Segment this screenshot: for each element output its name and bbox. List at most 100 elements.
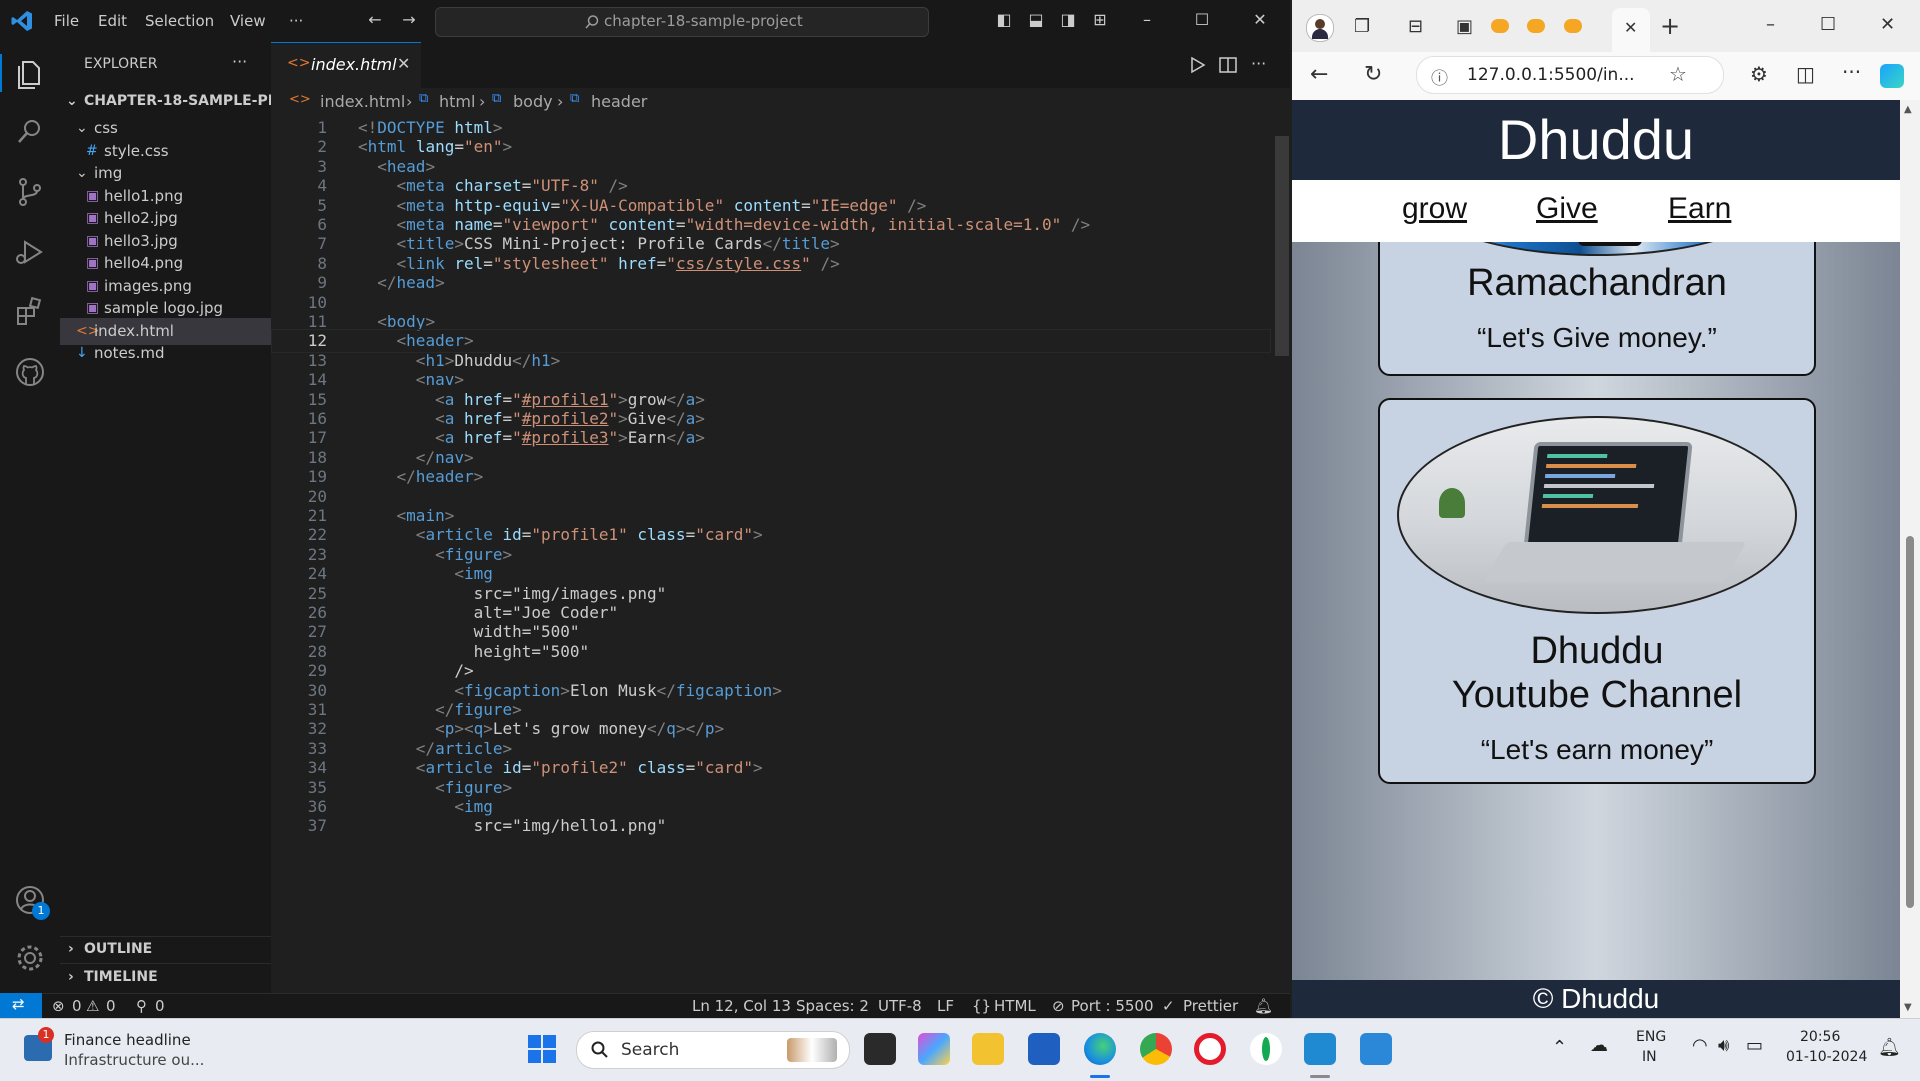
wifi-icon[interactable]: ◠ — [1692, 1035, 1708, 1056]
close-window-icon[interactable]: ✕ — [1880, 14, 1895, 35]
url-text[interactable]: 127.0.0.1:5500/in... — [1467, 65, 1635, 85]
toggle-secondary-sidebar-icon[interactable]: ◨ — [1059, 11, 1077, 29]
ports-count[interactable]: 0 — [155, 997, 165, 1015]
cursor-position[interactable]: Ln 12, Col 13 — [692, 997, 791, 1015]
maximize-icon[interactable]: ☐ — [1820, 14, 1836, 35]
opera-icon[interactable] — [1194, 1033, 1226, 1065]
tab-favicon-icon[interactable] — [1527, 19, 1545, 33]
onedrive-icon[interactable]: ☁ — [1590, 1035, 1608, 1056]
page-scrollbar[interactable]: ▲ ▼ — [1900, 100, 1920, 1018]
copilot-icon[interactable] — [918, 1033, 950, 1065]
scroll-up-icon[interactable]: ▲ — [1904, 104, 1912, 115]
toggle-panel-icon[interactable]: ⬓ — [1027, 11, 1045, 29]
menu-view[interactable]: View — [230, 12, 266, 30]
nav-link-give[interactable]: Give — [1536, 192, 1598, 226]
menu-selection[interactable]: Selection — [145, 12, 214, 30]
notification-bell-icon[interactable]: 🔔︎ — [1878, 1037, 1901, 1058]
menu-file[interactable]: File — [54, 12, 79, 30]
url-field[interactable]: ⓘ 127.0.0.1:5500/in... ☆ — [1416, 56, 1724, 94]
customize-layout-icon[interactable]: ⊞ — [1091, 11, 1109, 29]
language-indicator-line2[interactable]: IN — [1642, 1049, 1657, 1065]
menu-edit[interactable]: Edit — [98, 12, 127, 30]
breadcrumb-file[interactable]: index.html — [320, 92, 405, 111]
timeline-section[interactable]: › TIMELINE — [60, 964, 271, 991]
remote-button[interactable]: ⇄ — [0, 993, 42, 1019]
microsoft-store-icon[interactable] — [1028, 1033, 1060, 1065]
maximize-icon[interactable]: ☐ — [1193, 11, 1211, 29]
language-mode[interactable]: HTML — [994, 997, 1036, 1015]
run-icon[interactable] — [1190, 56, 1206, 74]
vscode-taskbar-icon[interactable] — [1304, 1033, 1336, 1065]
gear-icon[interactable] — [12, 940, 48, 976]
extensions-icon[interactable]: ⚙ — [1750, 62, 1768, 86]
back-arrow-icon[interactable]: ← — [366, 11, 384, 29]
browser-menu-icon[interactable]: ··· — [1842, 60, 1861, 84]
back-arrow-icon[interactable]: ← — [1310, 62, 1328, 87]
copilot-icon[interactable] — [1880, 64, 1904, 88]
news-title[interactable]: Finance headline — [64, 1031, 191, 1049]
source-control-icon[interactable] — [12, 174, 48, 210]
explorer-more-icon[interactable]: ··· — [232, 52, 247, 71]
error-count[interactable]: 0 — [72, 997, 82, 1015]
taskbar-search-box[interactable]: Search — [576, 1031, 850, 1069]
project-folder-header[interactable]: ⌄ CHAPTER-18-SAMPLE-PR... — [60, 88, 295, 115]
task-view-icon[interactable] — [864, 1033, 896, 1065]
battery-icon[interactable]: ▭ — [1746, 1035, 1763, 1056]
toggle-primary-sidebar-icon[interactable]: ◧ — [995, 11, 1013, 29]
file-explorer-icon[interactable] — [972, 1033, 1004, 1065]
editor-more-icon[interactable]: ··· — [1251, 54, 1266, 73]
breadcrumb-header[interactable]: header — [591, 92, 647, 111]
active-browser-tab[interactable]: ✕ — [1612, 8, 1650, 52]
warning-count[interactable]: 0 — [106, 997, 116, 1015]
indentation[interactable]: Spaces: 2 — [796, 997, 869, 1015]
tab-index-html[interactable]: <> index.html ✕ — [271, 42, 421, 89]
encoding[interactable]: UTF-8 — [878, 997, 922, 1015]
windows-start-icon[interactable] — [528, 1035, 556, 1063]
breadcrumb-html[interactable]: html — [439, 92, 475, 111]
minimize-icon[interactable]: – — [1138, 11, 1156, 29]
bell-icon[interactable]: 🔔︎ — [1254, 997, 1273, 1015]
new-tab-icon[interactable]: + — [1660, 12, 1680, 40]
menu-more[interactable]: ··· — [289, 12, 303, 30]
close-tab-icon[interactable]: ✕ — [1624, 18, 1637, 37]
search-icon[interactable] — [12, 114, 48, 150]
editor-scrollbar[interactable] — [1275, 116, 1289, 993]
clock-date[interactable]: 01-10-2024 — [1786, 1049, 1867, 1065]
nav-link-earn[interactable]: Earn — [1668, 192, 1731, 226]
info-icon[interactable]: ⓘ — [1431, 64, 1448, 89]
run-debug-icon[interactable] — [12, 234, 48, 270]
code-line[interactable]: 37 src="img/hello1.png" — [271, 814, 1271, 838]
favorite-star-icon[interactable]: ☆ — [1669, 62, 1687, 86]
tab-favicon-icon[interactable] — [1564, 19, 1582, 33]
scrollbar-thumb[interactable] — [1906, 536, 1914, 908]
explorer-files-icon[interactable] — [12, 56, 48, 92]
vertical-tabs-icon[interactable]: ⊟ — [1408, 16, 1423, 37]
workspaces-icon[interactable]: ❐ — [1354, 16, 1370, 37]
avatar[interactable] — [1306, 14, 1334, 42]
close-window-icon[interactable]: ✕ — [1251, 11, 1269, 29]
clock-time[interactable]: 20:56 — [1800, 1029, 1840, 1045]
split-screen-icon[interactable]: ◫ — [1796, 62, 1815, 86]
close-tab-icon[interactable]: ✕ — [397, 54, 410, 73]
mongodb-icon[interactable] — [1250, 1033, 1282, 1065]
forward-arrow-icon[interactable]: → — [400, 11, 418, 29]
outline-section[interactable]: › OUTLINE — [60, 936, 271, 963]
notepad-icon[interactable] — [1360, 1033, 1392, 1065]
command-center[interactable]: chapter-18-sample-project — [435, 7, 929, 37]
chrome-icon[interactable] — [1140, 1033, 1172, 1065]
chevron-up-icon[interactable]: ⌃ — [1552, 1037, 1567, 1058]
scroll-down-icon[interactable]: ▼ — [1904, 1002, 1912, 1013]
minimize-icon[interactable]: – — [1766, 14, 1775, 35]
edge-browser-icon[interactable] — [1084, 1033, 1116, 1065]
live-server-port[interactable]: Port : 5500 — [1071, 997, 1154, 1015]
volume-icon[interactable]: 🔊︎ — [1718, 1035, 1729, 1056]
file-tree-item[interactable]: ↓ notes.md — [60, 340, 271, 367]
tab-favicon-icon[interactable] — [1491, 19, 1509, 33]
language-indicator-line1[interactable]: ENG — [1636, 1029, 1666, 1045]
extensions-icon[interactable] — [12, 294, 48, 330]
news-subtitle[interactable]: Infrastructure ou... — [64, 1051, 204, 1069]
scrollbar-thumb[interactable] — [1275, 136, 1289, 356]
code-editor[interactable]: 1 <!DOCTYPE html> 2 <html lang="en"> 3 <head… — [271, 116, 1271, 993]
end-of-line[interactable]: LF — [937, 997, 954, 1015]
refresh-icon[interactable]: ↻ — [1364, 62, 1382, 87]
